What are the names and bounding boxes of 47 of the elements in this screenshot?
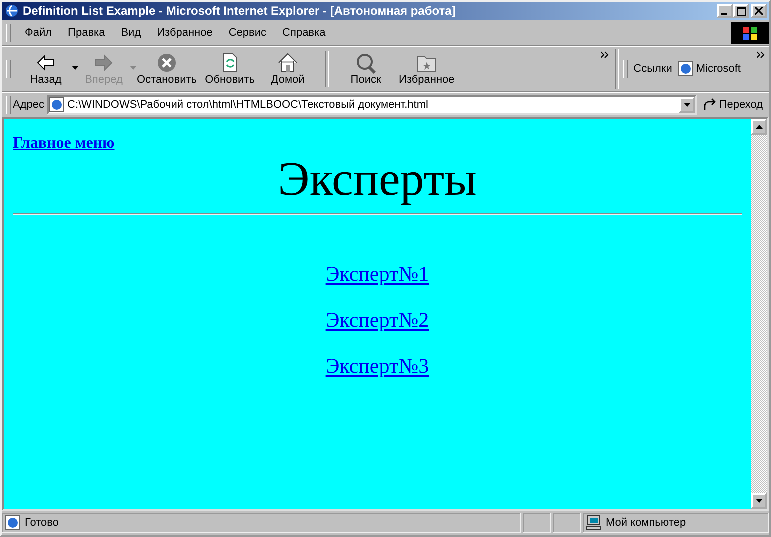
security-zone: Мой компьютер [583, 513, 769, 533]
close-icon [755, 7, 763, 15]
toolbar-button[interactable]: Поиск [337, 50, 396, 88]
menu-item[interactable]: Правка [60, 26, 114, 38]
close-button[interactable] [751, 4, 767, 18]
go-arrow-icon [703, 98, 718, 112]
menu-item[interactable]: Избранное [149, 26, 221, 38]
ie-page-icon [5, 515, 21, 531]
address-label: Адрес [13, 99, 44, 111]
down-arrow-icon [684, 103, 691, 107]
toolbar-button[interactable]: Остановить [133, 50, 202, 88]
scrollbar[interactable] [751, 119, 767, 509]
up-arrow-icon [756, 125, 762, 129]
expert-link[interactable]: Эксперт№3 [326, 354, 430, 379]
status-text: Готово [2, 513, 521, 533]
minimize-button[interactable] [717, 4, 733, 18]
status-pane [523, 513, 551, 533]
browser-icon [4, 3, 20, 19]
search-icon [354, 52, 378, 74]
chevron-icon [757, 51, 765, 59]
computer-icon [586, 515, 602, 531]
go-button[interactable]: Переход [697, 98, 769, 112]
down-arrow-icon [756, 499, 762, 503]
menu-item[interactable]: Файл [17, 26, 60, 38]
toolbar-button[interactable]: Домой [259, 50, 318, 88]
links-item[interactable]: Microsoft [678, 61, 741, 77]
maximize-button[interactable] [733, 4, 749, 18]
expert-link[interactable]: Эксперт№1 [326, 262, 430, 287]
menu-item[interactable]: Вид [113, 26, 150, 38]
windows-logo-icon [731, 22, 769, 44]
toolbar-button[interactable]: Назад [17, 50, 75, 88]
links-label: Ссылки [634, 63, 672, 75]
toolbar-button[interactable]: Обновить [201, 50, 260, 88]
expert-link[interactable]: Эксперт№2 [326, 308, 430, 333]
maximize-icon [736, 6, 746, 16]
status-pane [553, 513, 581, 533]
menu-item[interactable]: Сервис [220, 26, 275, 38]
dropdown-button[interactable] [679, 97, 696, 113]
main-menu-link[interactable]: Главное меню [13, 135, 115, 153]
page-heading: Эксперты [277, 153, 478, 207]
toolbar-button[interactable]: Избранное [395, 50, 459, 88]
ie-page-icon [48, 97, 64, 113]
ie-page-icon [678, 61, 694, 77]
menu-item[interactable]: Справка [274, 26, 334, 38]
address-field[interactable]: C:\WINDOWS\Рабочий стол\html\HTMLBOOC\Текстовый документ.html [46, 95, 698, 115]
chevron-icon [600, 51, 609, 59]
window-title: Definition List Example - Microsoft Internet Explorer - [Автономная работа] [23, 4, 457, 18]
